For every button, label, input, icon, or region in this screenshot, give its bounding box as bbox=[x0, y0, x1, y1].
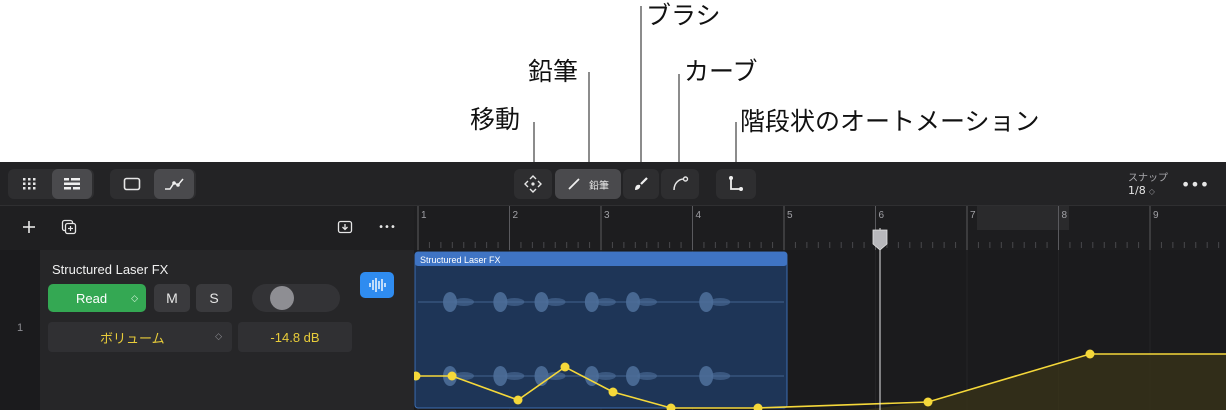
bar-number: 7 bbox=[970, 210, 976, 221]
mute-button[interactable]: M bbox=[154, 284, 190, 312]
waveform-tail bbox=[504, 372, 525, 380]
snap-value-text: 1/8 bbox=[1128, 184, 1146, 197]
callout-move: 移動 bbox=[470, 105, 521, 134]
waveform-tail bbox=[637, 372, 658, 380]
move-tool-button[interactable] bbox=[514, 169, 552, 199]
grid-view-button[interactable] bbox=[10, 169, 50, 199]
pencil-tool-button[interactable]: 鉛筆 bbox=[555, 169, 621, 199]
move-icon bbox=[524, 175, 542, 193]
track-header-toolbar: ••• bbox=[0, 206, 414, 250]
toolbar: 鉛筆 スナップ 1/8 ◇ ••• bbox=[0, 162, 1226, 206]
bar-number: 3 bbox=[604, 210, 610, 221]
brush-tool-button[interactable] bbox=[623, 169, 659, 199]
bar-number: 9 bbox=[1153, 210, 1159, 221]
more-button[interactable]: ••• bbox=[1180, 169, 1210, 199]
brush-icon bbox=[635, 177, 648, 190]
ellipsis-icon: ••• bbox=[1180, 174, 1210, 194]
automation-mode-select[interactable]: Read ◇ bbox=[48, 284, 146, 312]
callout-line-pencil bbox=[588, 72, 590, 168]
bar-number: 5 bbox=[787, 210, 793, 221]
automation-mode-value: Read bbox=[76, 290, 108, 306]
automation-point[interactable] bbox=[513, 395, 523, 405]
automation-curve-icon bbox=[165, 178, 184, 190]
curve-icon bbox=[673, 176, 689, 191]
automation-point[interactable] bbox=[447, 371, 457, 381]
duplicate-icon bbox=[61, 219, 77, 235]
tracks-view-button[interactable] bbox=[52, 169, 92, 199]
bar-number: 8 bbox=[1062, 210, 1068, 221]
arrange-area[interactable]: 1 2 3 4 5 6 7 8 9 Structured Laser FX bbox=[414, 206, 1226, 410]
waveform-tail bbox=[595, 298, 616, 306]
automation-parameter-select[interactable]: ボリューム ◇ bbox=[48, 322, 232, 352]
waveform-tail bbox=[504, 298, 525, 306]
daw-window: 鉛筆 スナップ 1/8 ◇ ••• ••• 1 Structured Laser… bbox=[0, 162, 1226, 410]
plus-icon bbox=[23, 221, 35, 233]
track-more-button[interactable]: ••• bbox=[376, 216, 398, 238]
inbox-download-icon bbox=[337, 220, 353, 234]
snap-label: スナップ bbox=[1128, 173, 1168, 184]
loop-region-shade bbox=[977, 206, 1069, 230]
waveform-tail bbox=[545, 298, 566, 306]
parameter-label: ボリューム bbox=[100, 331, 165, 347]
bar-number: 2 bbox=[513, 210, 519, 221]
duplicate-track-button[interactable] bbox=[58, 216, 80, 238]
waveform-tail bbox=[595, 372, 616, 380]
callout-pencil: 鉛筆 bbox=[528, 57, 579, 86]
audio-region: Structured Laser FX bbox=[414, 251, 788, 409]
callout-stepped: 階段状のオートメーション bbox=[740, 107, 1040, 136]
track-name: Structured Laser FX bbox=[52, 262, 169, 277]
waveform-tail bbox=[454, 372, 475, 380]
waveform-tail bbox=[637, 298, 658, 306]
automation-point[interactable] bbox=[1085, 349, 1095, 359]
callout-brush: ブラシ bbox=[646, 1, 721, 30]
grid-icon bbox=[23, 178, 36, 190]
waveform-tail bbox=[454, 298, 475, 306]
arrange-canvas: 1 2 3 4 5 6 7 8 9 Structured Laser FX bbox=[414, 206, 1226, 410]
chevron-updown-icon: ◇ bbox=[1148, 187, 1155, 196]
waveform-tail bbox=[710, 372, 731, 380]
track-number-column: 1 bbox=[0, 250, 40, 410]
automation-point[interactable] bbox=[560, 362, 570, 372]
region-body bbox=[414, 251, 788, 409]
region-name: Structured Laser FX bbox=[420, 255, 501, 265]
pencil-icon bbox=[568, 178, 580, 190]
track-number: 1 bbox=[17, 322, 24, 334]
automation-mode-button[interactable] bbox=[154, 169, 194, 199]
import-button[interactable] bbox=[334, 216, 356, 238]
rectangle-icon bbox=[123, 177, 141, 191]
automation-point[interactable] bbox=[923, 397, 933, 407]
stepped-icon bbox=[729, 176, 743, 191]
stepped-automation-button[interactable] bbox=[716, 169, 756, 199]
bar-number: 1 bbox=[421, 210, 427, 221]
tracks-icon bbox=[64, 178, 80, 190]
chevron-updown-icon: ◇ bbox=[131, 292, 138, 303]
parameter-value[interactable]: -14.8 dB bbox=[238, 322, 352, 352]
bar-number: 6 bbox=[879, 210, 885, 221]
add-track-button[interactable] bbox=[18, 216, 40, 238]
curve-tool-button[interactable] bbox=[661, 169, 699, 199]
region-mode-button[interactable] bbox=[112, 169, 152, 199]
callout-line-curve bbox=[678, 74, 680, 168]
pan-knob[interactable] bbox=[270, 286, 294, 310]
snap-value[interactable]: 1/8 ◇ bbox=[1128, 184, 1155, 197]
pan-slider[interactable] bbox=[252, 284, 340, 312]
bar-number: 4 bbox=[696, 210, 702, 221]
callout-line-brush bbox=[640, 6, 642, 168]
automation-point[interactable] bbox=[608, 387, 618, 397]
ellipsis-icon: ••• bbox=[378, 221, 396, 233]
audio-waveform-button[interactable] bbox=[360, 272, 394, 298]
waveform-tail bbox=[710, 298, 731, 306]
pencil-tool-label: 鉛筆 bbox=[589, 180, 609, 192]
solo-button[interactable]: S bbox=[196, 284, 232, 312]
callout-curve: カーブ bbox=[684, 57, 758, 86]
chevron-updown-icon: ◇ bbox=[215, 332, 222, 342]
waveform-icon bbox=[369, 278, 386, 292]
